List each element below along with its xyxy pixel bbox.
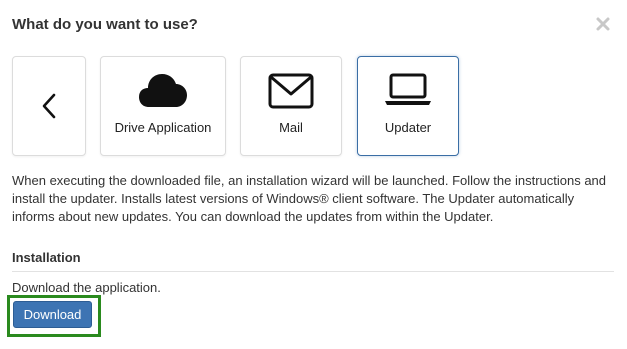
tile-drive-application[interactable]: Drive Application <box>100 56 226 156</box>
laptop-icon <box>384 73 432 112</box>
tile-updater[interactable]: Updater <box>357 56 459 156</box>
divider <box>12 271 614 272</box>
tile-label: Drive Application <box>114 120 212 135</box>
dialog-title: What do you want to use? <box>12 16 198 33</box>
dialog: What do you want to use? Drive Applicati… <box>0 0 627 349</box>
tile-mail[interactable]: Mail <box>240 56 342 156</box>
tile-label: Updater <box>384 120 432 135</box>
installation-heading: Installation <box>12 250 81 265</box>
download-button[interactable]: Download <box>13 301 92 328</box>
updater-description: When executing the downloaded file, an i… <box>12 173 607 224</box>
installation-text: Download the application. <box>12 280 161 295</box>
tile-label: Mail <box>279 120 303 135</box>
chevron-left-icon <box>41 93 57 124</box>
envelope-icon <box>268 73 314 114</box>
cloud-icon <box>139 73 187 114</box>
back-tile[interactable] <box>12 56 86 156</box>
close-icon[interactable] <box>595 16 611 32</box>
